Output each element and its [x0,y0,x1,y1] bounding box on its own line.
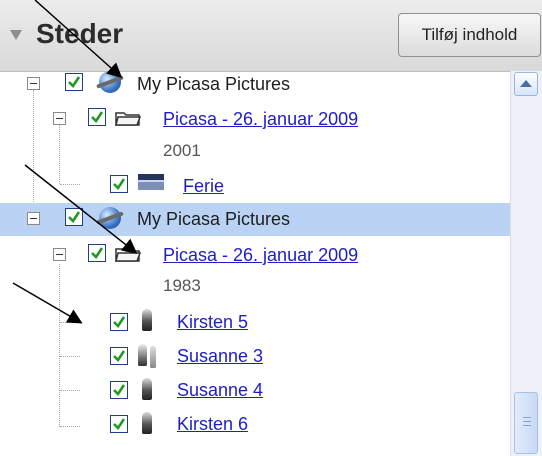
annotation-arrows [12,0,138,324]
annotation-arrow [12,282,83,324]
annotation-arrow [34,0,123,78]
annotation-arrow [24,164,138,254]
